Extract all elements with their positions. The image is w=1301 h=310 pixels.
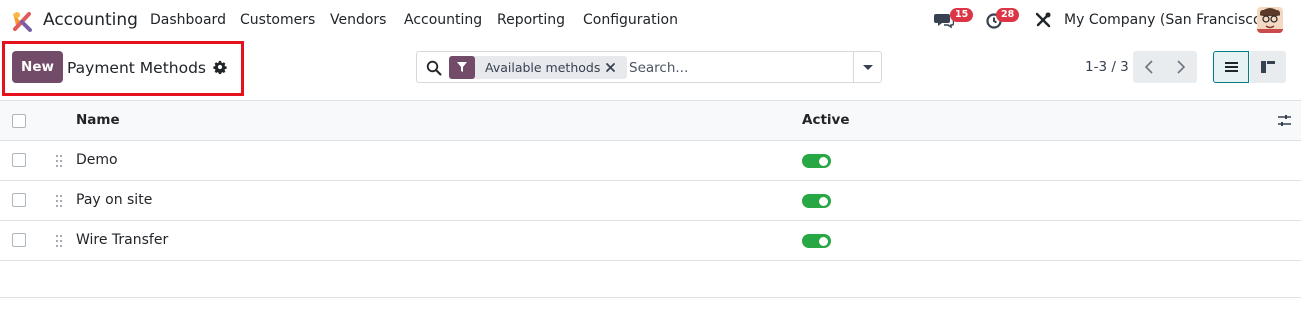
row-checkbox[interactable] — [12, 233, 26, 247]
active-toggle[interactable] — [802, 194, 831, 208]
top-navbar: Accounting Dashboard Customers Vendors A… — [0, 0, 1301, 40]
menu-customers[interactable]: Customers — [240, 12, 315, 28]
optional-columns-icon[interactable] — [1277, 113, 1292, 128]
accounting-app-icon[interactable] — [11, 10, 33, 32]
table-row[interactable]: Pay on site — [0, 181, 1301, 221]
list-view-icon — [1225, 62, 1238, 72]
drag-handle-icon[interactable] — [54, 194, 64, 208]
facet-label: Available methods — [485, 60, 601, 75]
table-header: Name Active — [0, 100, 1301, 141]
search-icon[interactable] — [426, 60, 442, 76]
company-switcher[interactable]: My Company (San Francisco) — [1064, 12, 1267, 28]
column-header-name[interactable]: Name — [76, 112, 120, 128]
drag-handle-icon[interactable] — [54, 154, 64, 168]
kanban-view-icon — [1261, 61, 1275, 73]
toggle-knob — [819, 156, 828, 166]
kanban-view-button[interactable] — [1250, 51, 1286, 83]
active-toggle[interactable] — [802, 234, 831, 248]
chevron-right-icon — [1177, 60, 1186, 74]
search-facet[interactable]: Available methods — [449, 56, 627, 79]
pager-value[interactable]: 1-3 / 3 — [1085, 59, 1129, 75]
active-toggle[interactable] — [802, 154, 831, 168]
menu-dashboard[interactable]: Dashboard — [150, 12, 226, 28]
list-view-button[interactable] — [1213, 51, 1249, 83]
facet-type-box — [449, 56, 475, 79]
search-bar: Available methods — [416, 51, 882, 83]
select-all-checkbox[interactable] — [12, 114, 26, 128]
search-options-toggle[interactable] — [853, 52, 882, 82]
list-footer-divider — [0, 297, 1301, 310]
search-input[interactable] — [629, 56, 851, 79]
cell-name: Pay on site — [76, 192, 153, 208]
drag-handle-icon[interactable] — [54, 234, 64, 248]
caret-down-icon — [863, 65, 873, 70]
cell-name: Wire Transfer — [76, 232, 169, 248]
chevron-left-icon — [1144, 60, 1153, 74]
menu-configuration[interactable]: Configuration — [583, 12, 678, 28]
avatar-image — [1257, 7, 1283, 33]
highlight-annotation-box — [2, 41, 244, 96]
cell-name: Demo — [76, 152, 118, 168]
toggle-knob — [819, 236, 828, 246]
menu-vendors[interactable]: Vendors — [330, 12, 386, 28]
toggle-knob — [819, 196, 828, 206]
filter-icon — [457, 62, 467, 72]
table-row[interactable]: Wire Transfer — [0, 221, 1301, 261]
debug-tools-icon[interactable] — [1034, 11, 1052, 29]
menu-reporting[interactable]: Reporting — [497, 12, 565, 28]
column-header-active[interactable]: Active — [802, 112, 850, 128]
close-icon[interactable] — [604, 61, 617, 74]
table-row[interactable]: Demo — [0, 141, 1301, 181]
row-checkbox[interactable] — [12, 153, 26, 167]
activities-count-badge: 28 — [996, 8, 1020, 22]
app-name[interactable]: Accounting — [43, 10, 138, 30]
user-avatar[interactable] — [1257, 7, 1283, 33]
pager-next-button[interactable] — [1165, 51, 1197, 83]
messages-count-badge: 15 — [950, 8, 974, 22]
row-checkbox[interactable] — [12, 193, 26, 207]
menu-accounting[interactable]: Accounting — [404, 12, 482, 28]
pager-previous-button[interactable] — [1133, 51, 1165, 83]
